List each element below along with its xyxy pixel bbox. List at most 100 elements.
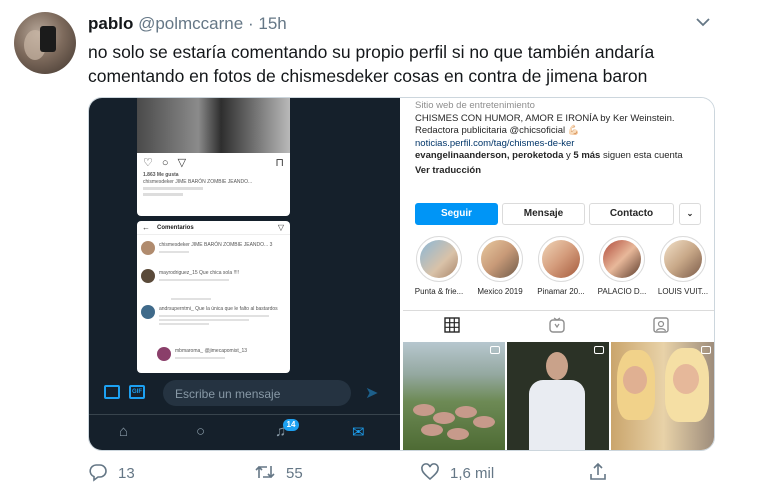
profile-bio: Sitio web de entretenimiento CHISMES CON… xyxy=(415,100,710,177)
profile-buttons: Seguir Mensaje Contacto ⌄ xyxy=(415,203,710,225)
followed-by: evangelinaanderson, peroketoda y 5 más s… xyxy=(415,150,710,163)
retweet-button[interactable]: 55 xyxy=(254,462,303,482)
commenter-avatar xyxy=(157,347,171,361)
story-highlight: PALACIO D... xyxy=(594,236,650,296)
user-handle[interactable]: @polmccarne xyxy=(138,14,243,33)
text-placeholder xyxy=(143,193,183,196)
instagram-profile-screenshot: Sitio web de entretenimiento CHISMES CON… xyxy=(403,98,714,450)
story-highlight: LOUIS VUIT... xyxy=(655,236,711,296)
tagged-icon xyxy=(653,317,669,336)
home-icon: ⌂ xyxy=(119,423,129,440)
multiple-images-icon xyxy=(490,346,500,354)
tweet-text-line-2: comentando en fotos de chismesdeker cosa… xyxy=(88,66,648,86)
reply-button[interactable]: 13 xyxy=(88,462,135,482)
pig-shape xyxy=(413,404,435,416)
comments-header: ← Comentarios ▽ xyxy=(137,221,290,235)
story-highlight: Punta & frie... xyxy=(411,236,467,296)
post-thumbnail xyxy=(611,342,714,450)
message-placeholder: Escribe un mensaje xyxy=(175,387,281,401)
followed-by-end: siguen esta cuenta xyxy=(600,150,683,161)
bio-text: CHISMES CON HUMOR, AMOR E IRONÍA by Ker … xyxy=(415,112,675,137)
post-thumbnail xyxy=(403,342,505,450)
reply-count: 13 xyxy=(118,465,135,482)
followed-by-names: evangelinaanderson, peroketoda xyxy=(415,150,564,161)
comment-text: mayrodriguez_15 Que chica sola !!!! xyxy=(159,270,240,276)
face-shape xyxy=(673,364,699,394)
followed-by-mid: y xyxy=(563,150,574,161)
story-highlight: Pinamar 20... xyxy=(533,236,589,296)
avatar-phone xyxy=(40,26,56,52)
contact-button: Contacto xyxy=(589,203,674,225)
notification-badge: 14 xyxy=(283,419,299,431)
like-button[interactable]: 1,6 mil xyxy=(420,462,494,482)
tweet-text-line-1: no solo se estaría comentando su propio … xyxy=(88,42,655,62)
tweet-text: no solo se estaría comentando su propio … xyxy=(88,40,728,88)
commenter-avatar xyxy=(141,241,155,255)
follow-button: Seguir xyxy=(415,203,498,225)
gif-icon: GIF xyxy=(129,385,145,399)
followed-by-more: 5 más xyxy=(573,150,601,161)
post-likes: 1.863 Me gusta xyxy=(143,172,179,178)
post-action-icons: ♡ ○ ▽ xyxy=(143,157,190,169)
avatar[interactable] xyxy=(14,12,76,74)
multiple-images-icon xyxy=(701,346,711,354)
comment-text: mbmaroma_ @jimecapomist_13 xyxy=(175,348,248,354)
dm-screenshot: ♡ ○ ▽ ⊓ 1.863 Me gusta chismesdeker JIME… xyxy=(89,98,400,450)
comment-text: andrsuperntmi_ Que la única que le falto… xyxy=(159,306,278,312)
commenter-avatar xyxy=(141,305,155,319)
face-shape xyxy=(623,366,647,394)
comment-text: chismesdeker JIME BARÓN ZOMBIE JEANDO...… xyxy=(159,242,273,248)
commenter-avatar xyxy=(141,269,155,283)
chevron-down-icon[interactable] xyxy=(696,14,710,30)
like-count: 1,6 mil xyxy=(450,465,495,482)
send-icon: ▽ xyxy=(277,223,284,232)
translate-link: Ver traducción xyxy=(415,164,481,176)
pig-shape xyxy=(473,416,495,428)
video-icon xyxy=(594,346,604,354)
dm-composer: GIF Escribe un mensaje ➤ xyxy=(89,378,400,408)
comments-title: Comentarios xyxy=(157,225,194,231)
highlight-label: Mexico 2019 xyxy=(477,287,523,296)
person-shape xyxy=(529,352,585,450)
share-button[interactable] xyxy=(588,462,608,482)
tweet: pablo @polmccarne · 15h no solo se estar… xyxy=(0,0,767,497)
pig-shape xyxy=(447,428,469,440)
bio-link: noticias.perfil.com/tag/chismes-de-ker xyxy=(415,137,575,149)
text-placeholder xyxy=(143,187,203,190)
reply-icon xyxy=(89,464,107,482)
comments-card: ← Comentarios ▽ chismesdeker JIME BARÓN … xyxy=(137,221,290,373)
posts-grid xyxy=(403,342,714,450)
display-name[interactable]: pablo xyxy=(88,14,133,33)
dm-tab-bar: ⌂ ○ ♫ 14 ✉ xyxy=(89,414,400,450)
heart-icon xyxy=(421,463,439,481)
bookmark-icon: ⊓ xyxy=(275,157,284,169)
send-icon: ➤ xyxy=(365,385,379,402)
chevron-down-icon: ⌄ xyxy=(679,203,701,225)
story-highlight: Mexico 2019 xyxy=(472,236,528,296)
igtv-icon xyxy=(549,317,565,336)
shared-post-card: ♡ ○ ▽ ⊓ 1.863 Me gusta chismesdeker JIME… xyxy=(137,98,290,216)
attached-image[interactable]: ♡ ○ ▽ ⊓ 1.863 Me gusta chismesdeker JIME… xyxy=(88,97,715,451)
share-icon xyxy=(590,462,606,480)
post-thumbnail xyxy=(507,342,609,450)
pig-shape xyxy=(421,424,443,436)
highlight-label: LOUIS VUIT... xyxy=(657,287,709,296)
tweet-header: pablo @polmccarne · 15h xyxy=(88,14,287,34)
message-button: Mensaje xyxy=(502,203,585,225)
back-arrow-icon: ← xyxy=(142,223,150,232)
timestamp[interactable]: 15h xyxy=(258,14,286,33)
retweet-count: 55 xyxy=(286,465,303,482)
post-caption: chismesdeker JIME BARÓN ZOMBIE JEANDO... xyxy=(143,179,253,185)
pig-shape xyxy=(433,412,455,424)
highlight-label: Punta & frie... xyxy=(414,287,464,296)
grid-icon xyxy=(444,317,460,336)
profile-category: Sitio web de entretenimiento xyxy=(415,100,535,111)
tweet-actions: 13 55 1,6 mil xyxy=(88,462,648,488)
message-input: Escribe un mensaje xyxy=(163,380,351,406)
search-icon: ○ xyxy=(196,423,206,440)
mail-icon: ✉ xyxy=(352,424,365,441)
retweet-icon xyxy=(255,465,275,479)
pig-shape xyxy=(455,406,477,418)
highlight-label: PALACIO D... xyxy=(597,287,647,296)
separator-dot: · xyxy=(247,14,254,33)
